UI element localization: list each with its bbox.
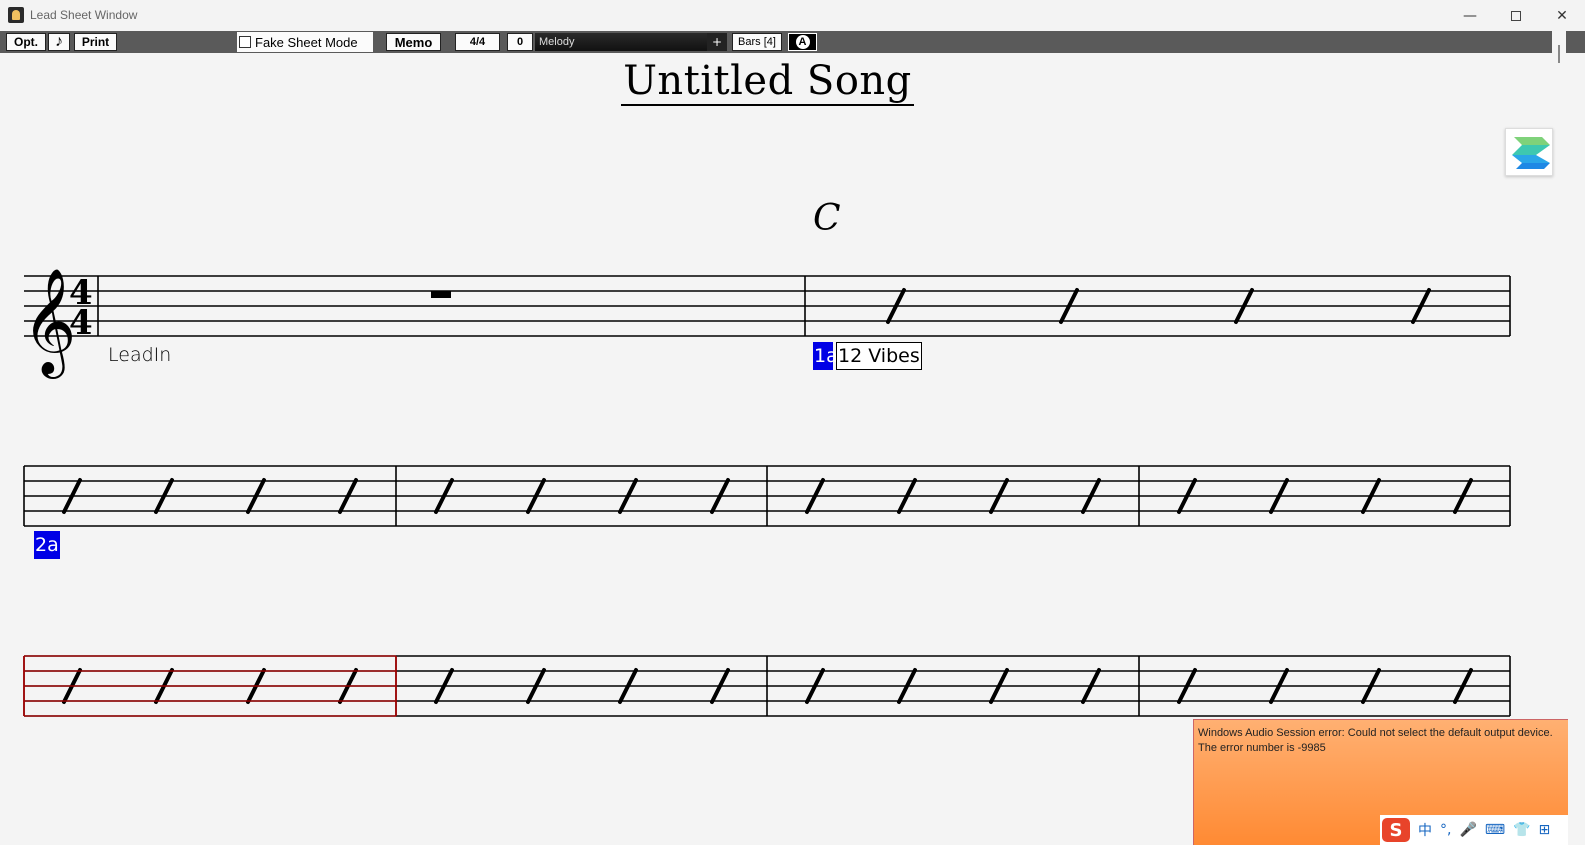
- lead-sheet-window: Lead Sheet Window — ✕ Opt. ♪ Print Fake …: [0, 0, 1585, 845]
- ime-toolbar: S 中 °, 🎤 ⌨ 👕 ⊞: [1380, 815, 1568, 845]
- ime-keyboard-icon[interactable]: ⌨: [1485, 822, 1505, 838]
- style-label[interactable]: 12 Vibes: [836, 342, 922, 370]
- part-marker-2a[interactable]: 2a: [34, 531, 60, 559]
- audio-error-message: Windows Audio Session error: Could not s…: [1198, 727, 1553, 754]
- chord-symbol[interactable]: C: [813, 198, 841, 239]
- ime-toolbox-icon[interactable]: ⊞: [1539, 822, 1551, 838]
- ime-microphone-icon[interactable]: 🎤: [1459, 822, 1476, 838]
- leadin-label: LeadIn: [108, 344, 172, 366]
- ime-punctuation-icon[interactable]: °,: [1440, 822, 1451, 838]
- whole-rest: [431, 291, 451, 298]
- part-marker-1a[interactable]: 1a: [813, 342, 838, 370]
- ime-skin-icon[interactable]: 👕: [1513, 822, 1530, 838]
- time-signature-bottom: 4: [69, 303, 93, 343]
- sogou-logo-icon[interactable]: S: [1382, 818, 1410, 842]
- ime-chinese-mode-icon[interactable]: 中: [1418, 820, 1432, 840]
